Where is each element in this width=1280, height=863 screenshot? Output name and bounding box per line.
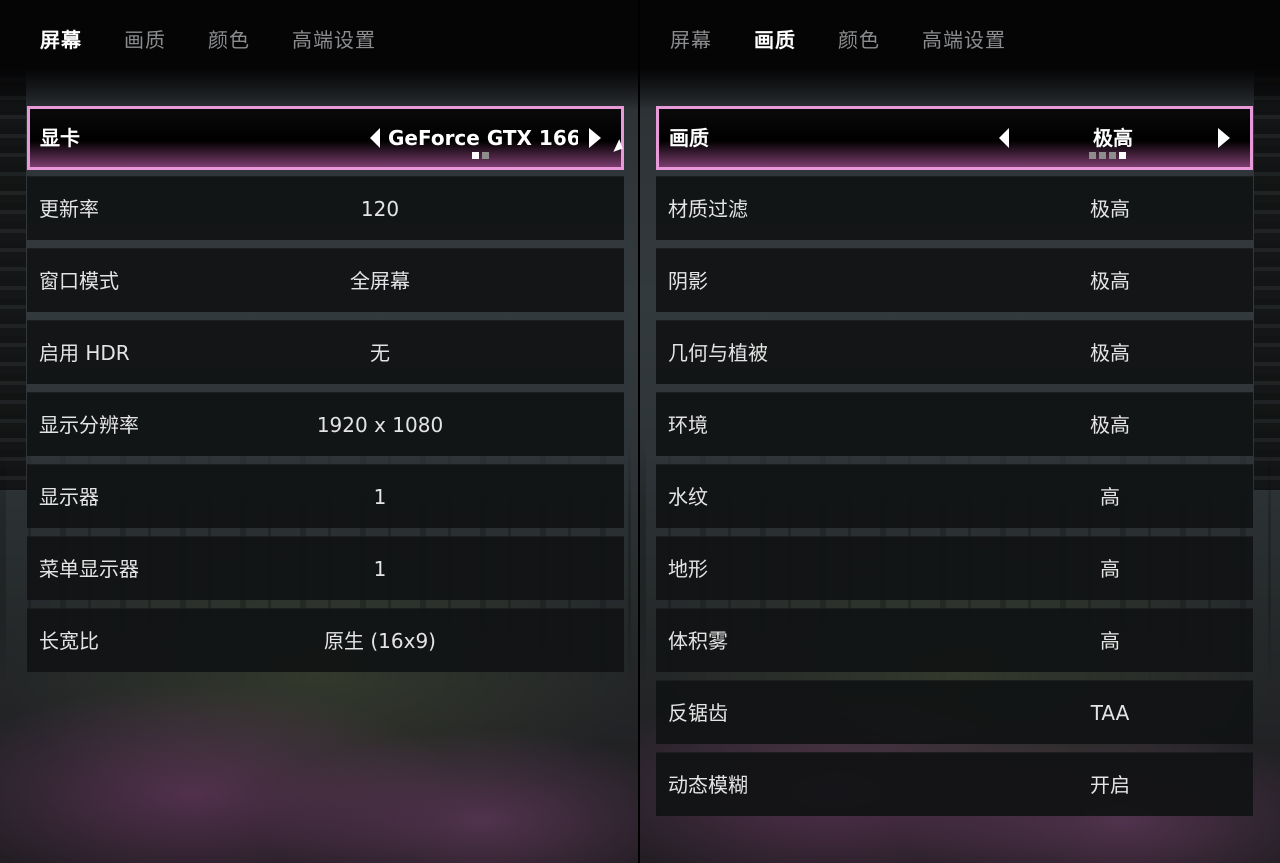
quality-settings-panel: 屏幕 画质 颜色 高端设置 画质 极高 材质过滤 极高 阴影 极高 几何与植被 (640, 0, 1280, 863)
setting-row-anti-aliasing[interactable]: 反锯齿 TAA (656, 680, 1253, 744)
setting-row-volumetric-fog[interactable]: 体积雾 高 (656, 608, 1253, 672)
setting-row-geometry-vegetation[interactable]: 几何与植被 极高 (656, 320, 1253, 384)
page-indicator (1089, 152, 1126, 159)
tab-quality[interactable]: 画质 (754, 24, 796, 56)
setting-row-terrain[interactable]: 地形 高 (656, 536, 1253, 600)
setting-value: 高 (1100, 557, 1120, 581)
setting-label: 动态模糊 (668, 773, 748, 797)
setting-label: 显示器 (39, 485, 99, 509)
setting-label: 阴影 (668, 269, 708, 293)
setting-row-environment[interactable]: 环境 极高 (656, 392, 1253, 456)
setting-row-aspect-ratio[interactable]: 长宽比 原生 (16x9) (27, 608, 624, 672)
setting-label: 菜单显示器 (39, 557, 139, 581)
setting-label: 显卡 (40, 126, 80, 150)
arrow-left-icon[interactable] (370, 128, 380, 148)
setting-label: 水纹 (668, 485, 708, 509)
setting-value: 极高 (1090, 269, 1130, 293)
setting-value: 1 (373, 557, 387, 581)
setting-row-window-mode[interactable]: 窗口模式 全屏幕 (27, 248, 624, 312)
tab-color[interactable]: 颜色 (838, 24, 880, 56)
setting-label: 体积雾 (668, 629, 728, 653)
setting-row-texture-filtering[interactable]: 材质过滤 极高 (656, 176, 1253, 240)
setting-label: 反锯齿 (668, 701, 728, 725)
setting-value: 无 (370, 341, 390, 365)
setting-label: 环境 (668, 413, 708, 437)
setting-value: 高 (1100, 485, 1120, 509)
setting-label: 启用 HDR (39, 341, 130, 365)
setting-label: 窗口模式 (39, 269, 119, 293)
page-dot (1089, 152, 1096, 159)
setting-label: 几何与植被 (668, 341, 768, 365)
setting-value: 120 (360, 197, 400, 221)
grunge-edge (0, 70, 26, 490)
setting-row-hdr[interactable]: 启用 HDR 无 (27, 320, 624, 384)
page-dot (1099, 152, 1106, 159)
setting-row-refresh-rate[interactable]: 更新率 120 (27, 176, 624, 240)
setting-row-shadows[interactable]: 阴影 极高 (656, 248, 1253, 312)
setting-value: 极高 (1090, 197, 1130, 221)
setting-value: 1920 x 1080 (316, 413, 444, 437)
setting-row-menu-display[interactable]: 菜单显示器 1 (27, 536, 624, 600)
setting-label: 地形 (668, 557, 708, 581)
arrow-right-icon[interactable] (1218, 128, 1230, 148)
tab-screen[interactable]: 屏幕 (40, 24, 82, 56)
setting-row-quality-preset[interactable]: 画质 极高 (656, 106, 1253, 170)
arrow-right-icon[interactable] (589, 128, 601, 148)
setting-row-display[interactable]: 显示器 1 (27, 464, 624, 528)
tab-bar: 屏幕 画质 颜色 高端设置 (40, 24, 418, 56)
setting-label: 画质 (669, 126, 709, 150)
setting-row-resolution[interactable]: 显示分辨率 1920 x 1080 (27, 392, 624, 456)
setting-value: TAA (1090, 701, 1130, 725)
setting-label: 显示分辨率 (39, 413, 139, 437)
setting-value: 高 (1100, 629, 1120, 653)
setting-row-water[interactable]: 水纹 高 (656, 464, 1253, 528)
tab-quality[interactable]: 画质 (124, 24, 166, 56)
setting-value: 原生 (16x9) (324, 629, 436, 653)
setting-value: 全屏幕 (350, 269, 410, 293)
tab-screen[interactable]: 屏幕 (670, 24, 712, 56)
tab-color[interactable]: 颜色 (208, 24, 250, 56)
page-dot (482, 152, 489, 159)
setting-row-motion-blur[interactable]: 动态模糊 开启 (656, 752, 1253, 816)
tab-advanced[interactable]: 高端设置 (292, 24, 376, 56)
page-dot (472, 152, 479, 159)
grunge-edge (1254, 70, 1280, 490)
setting-label: 长宽比 (39, 629, 99, 653)
page-dot (1109, 152, 1116, 159)
page-indicator (472, 152, 489, 159)
setting-label: 材质过滤 (668, 197, 748, 221)
page-dot (1119, 152, 1126, 159)
arrow-left-icon[interactable] (999, 128, 1009, 148)
screen-settings-panel: 屏幕 画质 颜色 高端设置 显卡 GeForce GTX 1660 Ti 更新率… (0, 0, 640, 863)
setting-label: 更新率 (39, 197, 99, 221)
setting-value: 极高 (1090, 413, 1130, 437)
setting-value: 开启 (1090, 773, 1130, 797)
setting-row-gpu[interactable]: 显卡 GeForce GTX 1660 Ti (27, 106, 624, 170)
setting-value: 1 (373, 485, 387, 509)
setting-value: 极高 (1090, 341, 1130, 365)
tab-bar: 屏幕 画质 颜色 高端设置 (670, 24, 1048, 56)
tab-advanced[interactable]: 高端设置 (922, 24, 1006, 56)
